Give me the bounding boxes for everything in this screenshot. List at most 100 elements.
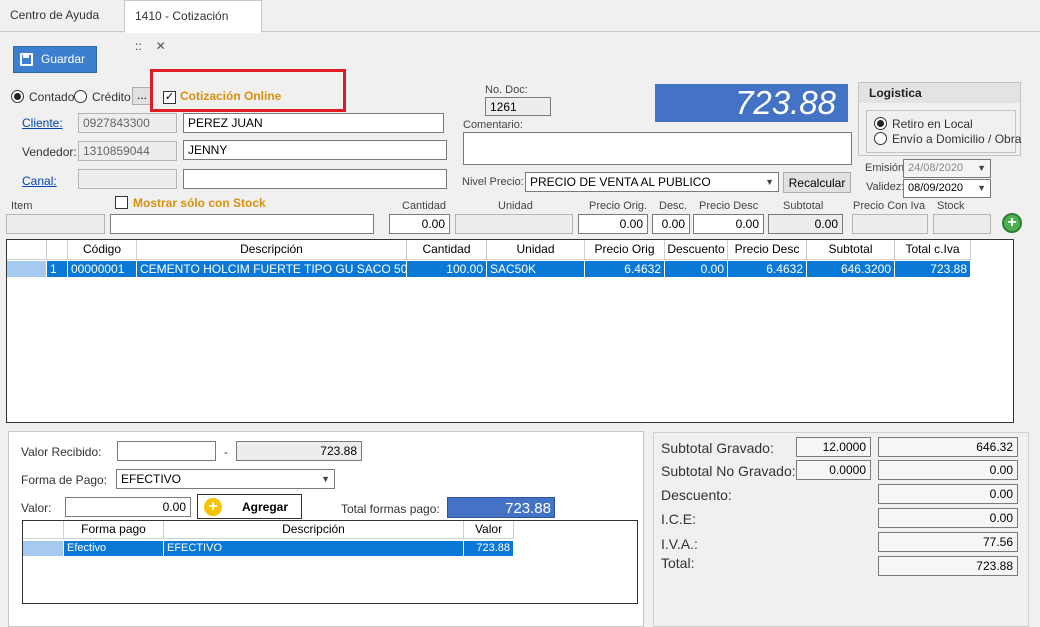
- emision-value: 24/08/2020: [908, 162, 964, 174]
- floppy-disk-icon: [20, 53, 33, 66]
- header-valor[interactable]: Valor: [464, 521, 514, 539]
- close-icon[interactable]: ✕: [156, 39, 166, 53]
- cell-valor: 723.88: [464, 541, 514, 556]
- tab-label: Centro de Ayuda: [10, 8, 100, 22]
- total-label: Total:: [661, 555, 695, 571]
- table-row[interactable]: Efectivo EFECTIVO 723.88: [23, 541, 514, 556]
- channel-name-field[interactable]: [183, 169, 447, 189]
- stock-filter-label: Mostrar sólo con Stock: [133, 196, 266, 210]
- price-level-select[interactable]: PRECIO DE VENTA AL PUBLICO ▼: [525, 172, 779, 192]
- header-precio-orig[interactable]: Precio Orig: [585, 240, 665, 260]
- add-item-icon[interactable]: +: [1002, 213, 1022, 233]
- header-forma-pago[interactable]: Forma pago: [64, 521, 164, 539]
- client-id-field: 0927843300: [78, 113, 177, 133]
- descuento-label: Descuento:: [661, 487, 732, 503]
- total-formas-label: Total formas pago:: [341, 502, 440, 516]
- item-label: Item: [11, 200, 33, 212]
- subtotal-gravado-value: 646.32: [878, 437, 1018, 457]
- header-cantidad[interactable]: Cantidad: [407, 240, 487, 260]
- client-link[interactable]: Cliente:: [22, 116, 63, 130]
- ice-value: 0.00: [878, 508, 1018, 528]
- seller-name-field[interactable]: JENNY: [183, 140, 447, 160]
- online-checkbox[interactable]: [163, 89, 176, 104]
- cell-descuento: 0.00: [665, 261, 728, 277]
- channel-id-field: [78, 169, 177, 189]
- grid-index-header: [47, 240, 68, 260]
- chevron-down-icon: ▼: [977, 183, 986, 193]
- valor-label: Valor:: [21, 501, 52, 515]
- header-descripcion[interactable]: Descripción: [137, 240, 407, 260]
- credit-more-button[interactable]: ...: [132, 87, 152, 105]
- row-selector[interactable]: [7, 261, 47, 277]
- row-index: 1: [47, 261, 68, 277]
- valor-recibido-field[interactable]: [117, 441, 216, 461]
- channel-link[interactable]: Canal:: [22, 174, 57, 188]
- cell-subtotal: 646.3200: [807, 261, 895, 277]
- forma-pago-select[interactable]: EFECTIVO ▼: [116, 469, 335, 489]
- cell-descripcion: EFECTIVO: [164, 541, 464, 556]
- price-level-label: Nivel Precio:: [462, 176, 524, 188]
- payments-grid[interactable]: Forma pago Descripción Valor Efectivo EF…: [22, 520, 638, 604]
- tab-quotation[interactable]: 1410 - Cotización :: ✕: [124, 0, 262, 53]
- dash-label: -: [224, 445, 228, 459]
- cantidad-field[interactable]: 0.00: [389, 214, 450, 234]
- subtotal-no-gravado-value: 0.00: [878, 460, 1018, 480]
- tab-help-center[interactable]: Centro de Ayuda: [0, 0, 109, 32]
- recalculate-button[interactable]: Recalcular: [783, 172, 851, 193]
- total-value: 723.88: [878, 556, 1018, 576]
- client-name-field[interactable]: PEREZ JUAN: [183, 113, 444, 133]
- save-button[interactable]: Guardar: [13, 46, 97, 73]
- header-precio-desc[interactable]: Precio Desc: [728, 240, 807, 260]
- radio-credito[interactable]: [74, 90, 87, 106]
- valor-field[interactable]: 0.00: [65, 497, 191, 517]
- agregar-label: Agregar: [242, 500, 289, 514]
- radio-envio-domicilio[interactable]: [874, 132, 887, 148]
- subtotal-gravado-label: Subtotal Gravado:: [661, 440, 774, 456]
- items-grid[interactable]: Código Descripción Cantidad Unidad Preci…: [6, 239, 1014, 423]
- row-selector[interactable]: [23, 541, 64, 556]
- agregar-button[interactable]: + Agregar: [197, 494, 302, 519]
- online-label: Cotización Online: [180, 89, 282, 103]
- precio-orig-label: Precio Orig.: [589, 200, 648, 212]
- seller-label: Vendedor:: [22, 145, 77, 159]
- item-search-field[interactable]: [110, 214, 374, 234]
- header-total-iva[interactable]: Total c.Iva: [895, 240, 971, 260]
- save-label: Guardar: [41, 52, 86, 66]
- subtotal-no-gravado-pct: 0.0000: [796, 460, 871, 480]
- cell-descripcion: CEMENTO HOLCIM FUERTE TIPO GU SACO 50 KG: [137, 261, 407, 277]
- subtotal-no-gravado-label: Subtotal No Gravado:: [661, 463, 796, 479]
- chevron-down-icon: ▼: [321, 474, 330, 484]
- comment-field[interactable]: [463, 132, 852, 165]
- cantidad-label: Cantidad: [402, 200, 447, 212]
- header-subtotal[interactable]: Subtotal: [807, 240, 895, 260]
- header-descripcion[interactable]: Descripción: [164, 521, 464, 539]
- precio-desc-field[interactable]: 0.00: [693, 214, 764, 234]
- iva-label: I.V.A.:: [661, 536, 698, 552]
- radio-retiro-local[interactable]: [874, 117, 887, 133]
- add-icon: +: [204, 498, 222, 516]
- cell-unidad: SAC50K: [487, 261, 585, 277]
- validez-date-picker[interactable]: 08/09/2020 ▼: [903, 179, 991, 198]
- table-row[interactable]: 1 00000001 CEMENTO HOLCIM FUERTE TIPO GU…: [7, 261, 971, 277]
- emision-date-picker: 24/08/2020 ▼: [903, 159, 991, 178]
- header-unidad[interactable]: Unidad: [487, 240, 585, 260]
- valor-recibido-label: Valor Recibido:: [21, 445, 102, 459]
- comment-label: Comentario:: [463, 119, 523, 131]
- unidad-label: Unidad: [498, 200, 533, 212]
- validez-label: Validez:: [866, 181, 905, 193]
- emision-label: Emisión:: [865, 162, 908, 174]
- seller-id-field: 1310859044: [78, 141, 177, 161]
- envio-domicilio-label: Envío a Domicilio / Obra: [892, 132, 1022, 146]
- item-code-field: [6, 214, 105, 234]
- subtotal-gravado-pct: 12.0000: [796, 437, 871, 457]
- credito-label: Crédito: [92, 90, 131, 104]
- radio-contado[interactable]: [11, 90, 24, 106]
- chevron-down-icon: ▼: [765, 177, 774, 187]
- header-codigo[interactable]: Código: [68, 240, 137, 260]
- desc-field[interactable]: 0.00: [652, 214, 690, 234]
- header-descuento[interactable]: Descuento: [665, 240, 728, 260]
- stock-filter-checkbox[interactable]: [115, 196, 128, 212]
- grid-corner: [23, 521, 64, 539]
- cell-total: 723.88: [895, 261, 971, 277]
- precio-orig-field[interactable]: 0.00: [578, 214, 648, 234]
